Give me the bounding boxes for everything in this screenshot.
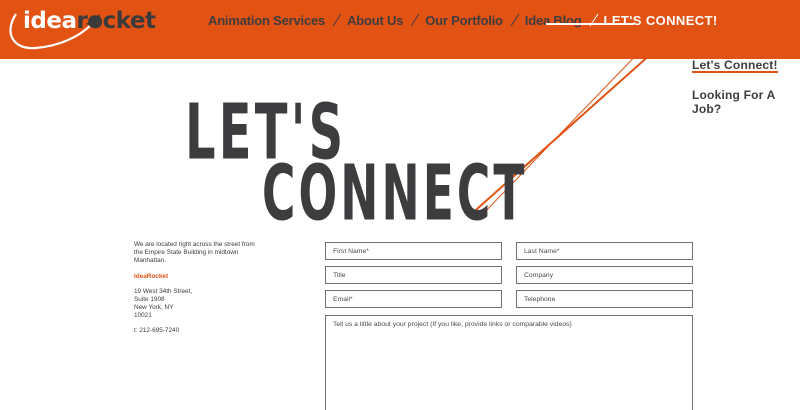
- logo-text: idearocket: [23, 8, 156, 34]
- phone-number: t: 212-695-7240: [134, 327, 180, 334]
- idearocket-logo[interactable]: idearocket: [6, 4, 156, 52]
- nav-our-portfolio[interactable]: Our Portfolio: [425, 13, 503, 28]
- title-field[interactable]: [325, 266, 502, 284]
- nav-animation-services[interactable]: Animation Services: [208, 13, 325, 28]
- address-line: New York, NY: [134, 304, 174, 311]
- nav-separator-icon: [510, 13, 520, 27]
- address-line: Suite 1908: [134, 296, 165, 303]
- street-address: 19 West 34th Street, Suite 1908 New York…: [134, 288, 264, 320]
- contact-intro: We are located right across the street f…: [134, 241, 255, 264]
- nav-about-us[interactable]: About Us: [347, 13, 403, 28]
- first-name-field[interactable]: [325, 242, 502, 260]
- nav-lets-connect[interactable]: LET'S CONNECT!: [604, 13, 718, 28]
- telephone-field[interactable]: [516, 290, 693, 308]
- nav-active-underline: [546, 23, 634, 25]
- company-field[interactable]: [516, 266, 693, 284]
- side-nav-active-underline: [692, 71, 778, 73]
- hero-heading-line-2: CONNECT: [262, 149, 528, 239]
- nav-idea-blog[interactable]: Idea Blog: [525, 13, 582, 28]
- address-line: 19 West 34th Street,: [134, 288, 193, 295]
- side-nav-lets-connect[interactable]: Let's Connect!: [692, 58, 778, 72]
- email-field[interactable]: [325, 290, 502, 308]
- last-name-field[interactable]: [516, 242, 693, 260]
- side-nav-looking-for-job[interactable]: Looking For A Job?: [692, 88, 800, 116]
- company-name: IdeaRocket: [134, 273, 169, 280]
- main-nav: Animation Services About Us Our Portfoli…: [208, 11, 718, 29]
- nav-separator-icon: [332, 13, 342, 27]
- project-description-field[interactable]: [325, 315, 693, 410]
- contact-info: We are located right across the street f…: [134, 241, 264, 335]
- nav-separator-icon: [410, 13, 420, 27]
- address-line: 10021: [134, 312, 152, 319]
